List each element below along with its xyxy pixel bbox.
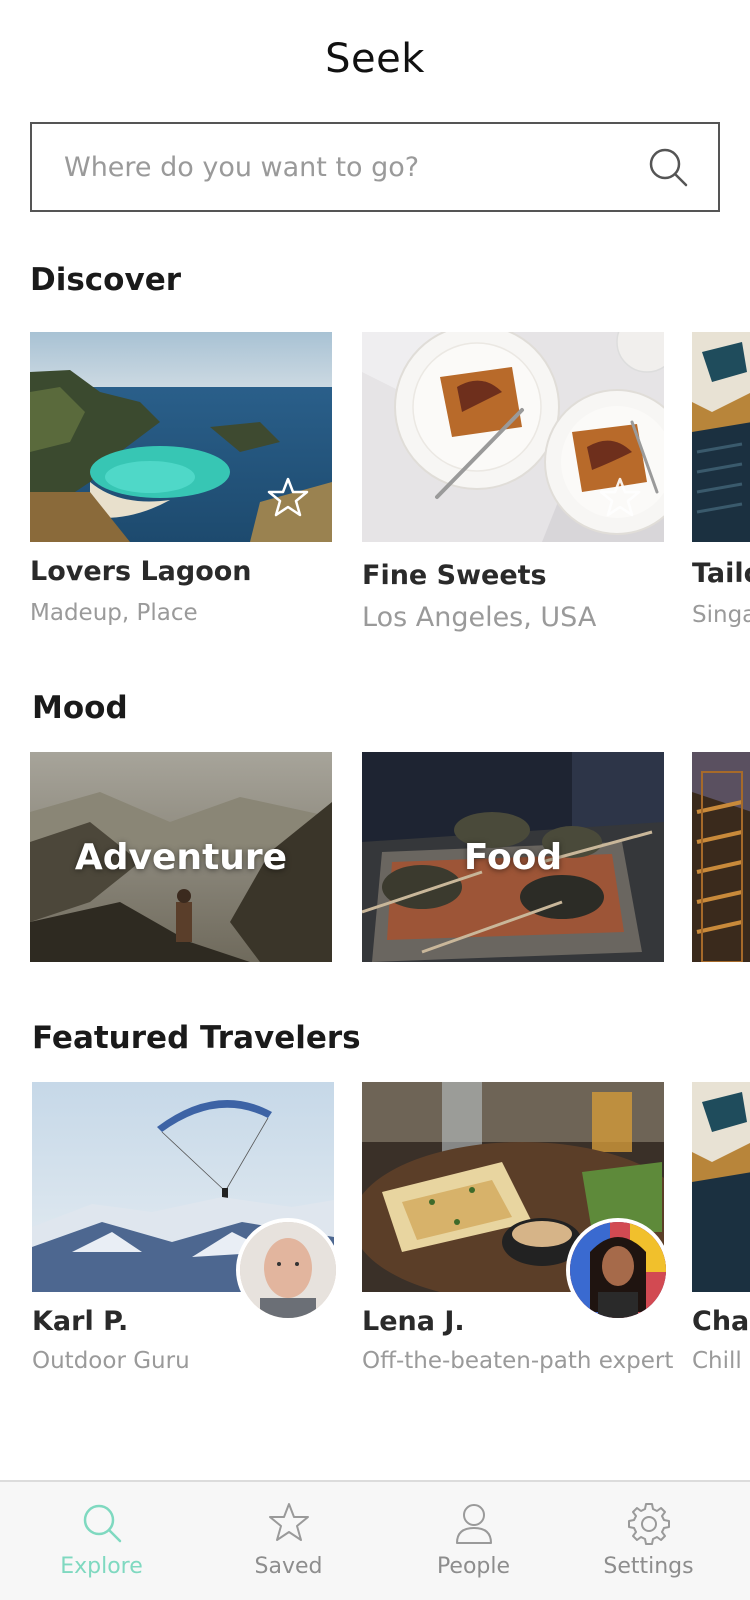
traveler-tagline: Chill a bbox=[692, 1348, 750, 1374]
traveler-avatar[interactable] bbox=[236, 1218, 340, 1322]
person-icon bbox=[455, 1504, 492, 1544]
traveler-card[interactable]: Char Chill a bbox=[692, 1082, 750, 1392]
mood-heading: Mood bbox=[32, 690, 128, 726]
discover-card-image bbox=[692, 332, 750, 542]
star-icon bbox=[268, 1503, 309, 1541]
tab-label: Explore bbox=[60, 1554, 143, 1579]
discover-card-subtitle: Madeup, Place bbox=[30, 600, 198, 626]
search-icon[interactable] bbox=[646, 145, 690, 189]
traveler-tagline: Off-the-beaten-path expert bbox=[362, 1348, 674, 1374]
tab-explore[interactable]: Explore bbox=[8, 1482, 195, 1600]
mood-card-food[interactable]: Food bbox=[362, 752, 664, 962]
tab-label: Settings bbox=[603, 1554, 694, 1579]
mood-card-image bbox=[692, 752, 750, 962]
traveler-name: Lena J. bbox=[362, 1306, 465, 1337]
discover-card-title: Fine Sweets bbox=[362, 560, 547, 591]
mood-card[interactable] bbox=[692, 752, 750, 962]
search-icon bbox=[83, 1504, 121, 1543]
discover-carousel[interactable]: Lovers Lagoon Madeup, Place Fine Sweets … bbox=[0, 332, 750, 642]
tab-people[interactable]: People bbox=[380, 1482, 567, 1600]
gear-icon bbox=[627, 1503, 670, 1545]
mood-label: Food bbox=[463, 836, 563, 878]
discover-card[interactable]: Lovers Lagoon Madeup, Place bbox=[30, 332, 332, 632]
traveler-name: Karl P. bbox=[32, 1306, 129, 1337]
travelers-carousel[interactable]: Karl P. Outdoor Guru Lena J. Off-the-bea… bbox=[0, 1082, 750, 1402]
bottom-tab-bar: Explore Saved People Settings bbox=[0, 1480, 750, 1600]
discover-card[interactable]: Fine Sweets Los Angeles, USA bbox=[362, 332, 664, 633]
discover-heading: Discover bbox=[30, 262, 182, 298]
mood-card-adventure[interactable]: Adventure bbox=[30, 752, 332, 962]
tab-label: Saved bbox=[254, 1554, 323, 1579]
app-title: Seek bbox=[325, 36, 425, 82]
discover-card[interactable]: Tailo Singa bbox=[692, 332, 750, 632]
traveler-card[interactable]: Karl P. Outdoor Guru bbox=[32, 1082, 342, 1392]
search-bar[interactable] bbox=[30, 122, 720, 212]
traveler-card[interactable]: Lena J. Off-the-beaten-path expert bbox=[362, 1082, 674, 1392]
mood-label: Adventure bbox=[74, 836, 288, 878]
discover-card-title: Tailo bbox=[692, 558, 750, 589]
discover-card-subtitle: Singa bbox=[692, 602, 750, 628]
featured-travelers-heading: Featured Travelers bbox=[32, 1020, 361, 1056]
tab-label: People bbox=[436, 1554, 511, 1579]
traveler-avatar[interactable] bbox=[566, 1218, 670, 1322]
traveler-name: Char bbox=[692, 1306, 750, 1337]
discover-card-subtitle: Los Angeles, USA bbox=[362, 602, 597, 633]
tab-saved[interactable]: Saved bbox=[195, 1482, 382, 1600]
traveler-card-image bbox=[692, 1082, 750, 1292]
star-icon[interactable] bbox=[266, 476, 310, 520]
discover-card-title: Lovers Lagoon bbox=[30, 556, 252, 587]
traveler-tagline: Outdoor Guru bbox=[32, 1348, 190, 1374]
mood-carousel[interactable]: Adventure Food bbox=[0, 752, 750, 964]
star-icon[interactable] bbox=[598, 476, 642, 520]
tab-settings[interactable]: Settings bbox=[555, 1482, 742, 1600]
search-input[interactable] bbox=[64, 151, 646, 183]
